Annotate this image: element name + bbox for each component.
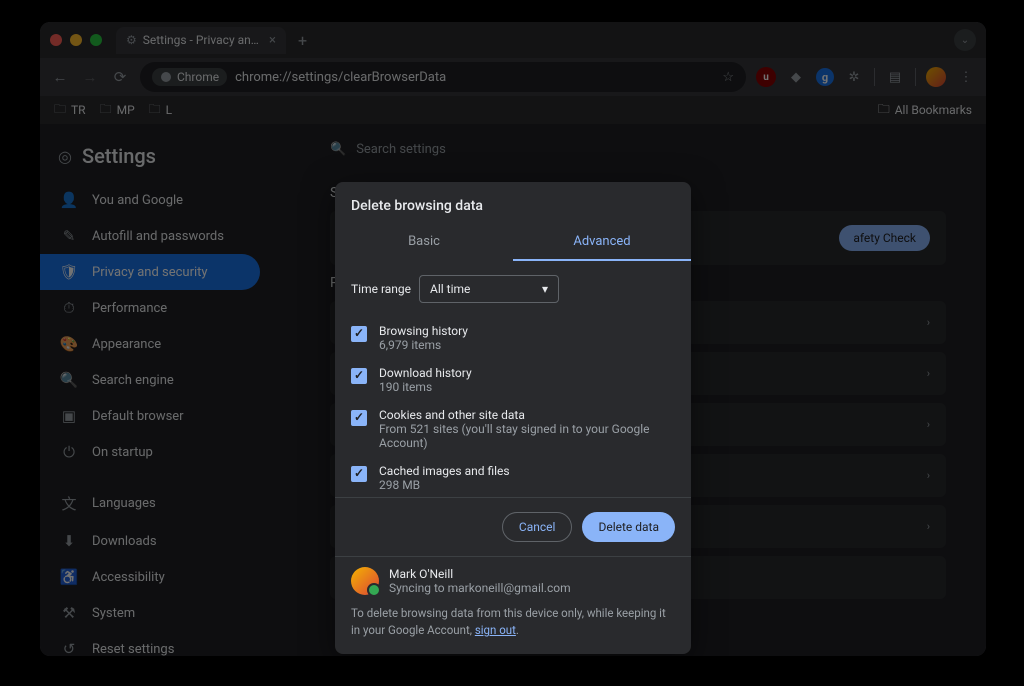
- folder-icon: 🗀: [149, 100, 161, 121]
- all-bookmarks[interactable]: 🗀All Bookmarks: [878, 100, 972, 121]
- sidebar-item-default-browser[interactable]: ▣Default browser: [40, 398, 290, 434]
- reset-icon: ↺: [60, 640, 78, 656]
- folder-icon: 🗀: [878, 100, 890, 121]
- window-close[interactable]: [50, 34, 62, 46]
- browser-icon: ▣: [60, 407, 78, 425]
- person-icon: 👤: [60, 191, 78, 209]
- extensions-puzzle-icon[interactable]: ✲: [844, 67, 864, 87]
- sidebar-item-downloads[interactable]: ⬇Downloads: [40, 523, 290, 559]
- checkbox-row-download-history[interactable]: Download history190 items: [351, 359, 675, 401]
- chevron-right-icon: ›: [927, 316, 930, 329]
- time-range-select[interactable]: All time ▾: [419, 275, 559, 303]
- search-icon: 🔍: [330, 142, 346, 157]
- checkbox-row-cache[interactable]: Cached images and files298 MB: [351, 457, 675, 497]
- tab-title: Settings - Privacy and secur: [143, 33, 263, 47]
- sidebar-item-reset[interactable]: ↺Reset settings: [40, 631, 290, 656]
- accessibility-icon: ♿: [60, 568, 78, 586]
- speedometer-icon: ⏱: [60, 299, 78, 317]
- delete-browsing-data-dialog: Delete browsing data Basic Advanced Time…: [335, 182, 691, 654]
- profile-avatar[interactable]: [926, 67, 946, 87]
- address-bar[interactable]: Chrome chrome://settings/clearBrowserDat…: [140, 62, 746, 92]
- sidebar-item-languages[interactable]: 文Languages: [40, 484, 290, 523]
- new-tab-button[interactable]: +: [298, 31, 307, 50]
- delete-data-button[interactable]: Delete data: [582, 512, 675, 542]
- checkbox[interactable]: [351, 368, 367, 384]
- user-name: Mark O'Neill: [389, 567, 571, 581]
- user-sync-status: Syncing to markoneill@gmail.com: [389, 581, 571, 595]
- window-minimize[interactable]: [70, 34, 82, 46]
- sidebar-item-you-and-google[interactable]: 👤You and Google: [40, 182, 290, 218]
- sign-out-link[interactable]: sign out: [475, 623, 516, 637]
- tab-dropdown[interactable]: ⌄: [954, 29, 976, 51]
- sidebar-item-search-engine[interactable]: 🔍Search engine: [40, 362, 290, 398]
- menu-icon[interactable]: ⋮: [956, 67, 976, 87]
- chevron-right-icon: ›: [927, 520, 930, 533]
- globe-icon: 文: [60, 493, 78, 514]
- extension-grammarly-icon[interactable]: g: [816, 68, 834, 86]
- time-range-label: Time range: [351, 282, 411, 296]
- checkbox[interactable]: [351, 326, 367, 342]
- url-text: chrome://settings/clearBrowserData: [235, 70, 446, 85]
- autofill-icon: ✎: [60, 227, 78, 245]
- forward-button[interactable]: →: [80, 68, 100, 86]
- chrome-logo-icon: [160, 71, 172, 83]
- checkbox[interactable]: [351, 410, 367, 426]
- window-maximize[interactable]: [90, 34, 102, 46]
- user-avatar: [351, 567, 379, 595]
- sidebar-item-system[interactable]: ⚒System: [40, 595, 290, 631]
- settings-logo-icon: ◎: [58, 147, 72, 166]
- extension-icon[interactable]: ◆: [786, 67, 806, 87]
- sidebar-item-on-startup[interactable]: ⏻On startup: [40, 434, 290, 470]
- close-icon[interactable]: ×: [269, 33, 276, 48]
- download-icon: ⬇: [60, 532, 78, 550]
- chevron-down-icon: ▾: [542, 282, 548, 296]
- safety-check-button[interactable]: afety Check: [839, 225, 930, 251]
- reload-button[interactable]: ⟳: [110, 68, 130, 86]
- chevron-right-icon: ›: [927, 469, 930, 482]
- tab-basic[interactable]: Basic: [335, 224, 513, 261]
- folder-icon: 🗀: [100, 100, 112, 121]
- cancel-button[interactable]: Cancel: [502, 512, 573, 542]
- power-icon: ⏻: [60, 443, 78, 461]
- sidebar-item-performance[interactable]: ⏱Performance: [40, 290, 290, 326]
- folder-icon: 🗀: [54, 100, 66, 121]
- gear-icon: ⚙: [126, 33, 137, 47]
- checkbox-row-cookies[interactable]: Cookies and other site dataFrom 521 site…: [351, 401, 675, 457]
- paint-icon: 🎨: [60, 335, 78, 353]
- bookmark-folder[interactable]: 🗀TR: [54, 100, 86, 121]
- sync-note: To delete browsing data from this device…: [351, 605, 675, 640]
- chevron-right-icon: ›: [927, 367, 930, 380]
- browser-tab[interactable]: ⚙ Settings - Privacy and secur ×: [116, 27, 286, 54]
- sidebar-item-accessibility[interactable]: ♿Accessibility: [40, 559, 290, 595]
- search-icon: 🔍: [60, 371, 78, 389]
- checkbox-row-browsing-history[interactable]: Browsing history6,979 items: [351, 317, 675, 359]
- dialog-title: Delete browsing data: [335, 182, 691, 224]
- sidebar-item-autofill[interactable]: ✎Autofill and passwords: [40, 218, 290, 254]
- back-button[interactable]: ←: [50, 68, 70, 86]
- bookmark-folder[interactable]: 🗀MP: [100, 100, 135, 121]
- search-settings-input[interactable]: 🔍 Search settings: [330, 136, 946, 175]
- tab-advanced[interactable]: Advanced: [513, 224, 691, 261]
- bookmark-star-icon[interactable]: ☆: [722, 70, 734, 85]
- extension-ublock-icon[interactable]: u: [756, 67, 776, 87]
- bookmark-folder[interactable]: 🗀L: [149, 100, 172, 121]
- reading-list-icon[interactable]: ▤: [885, 67, 905, 87]
- sidebar-item-appearance[interactable]: 🎨Appearance: [40, 326, 290, 362]
- chevron-right-icon: ›: [927, 418, 930, 431]
- site-chip: Chrome: [152, 68, 227, 86]
- system-icon: ⚒: [60, 604, 78, 622]
- settings-title: Settings: [82, 144, 156, 168]
- checkbox[interactable]: [351, 466, 367, 482]
- sidebar-item-privacy[interactable]: 🛡Privacy and security: [40, 254, 260, 290]
- shield-icon: 🛡: [60, 263, 78, 281]
